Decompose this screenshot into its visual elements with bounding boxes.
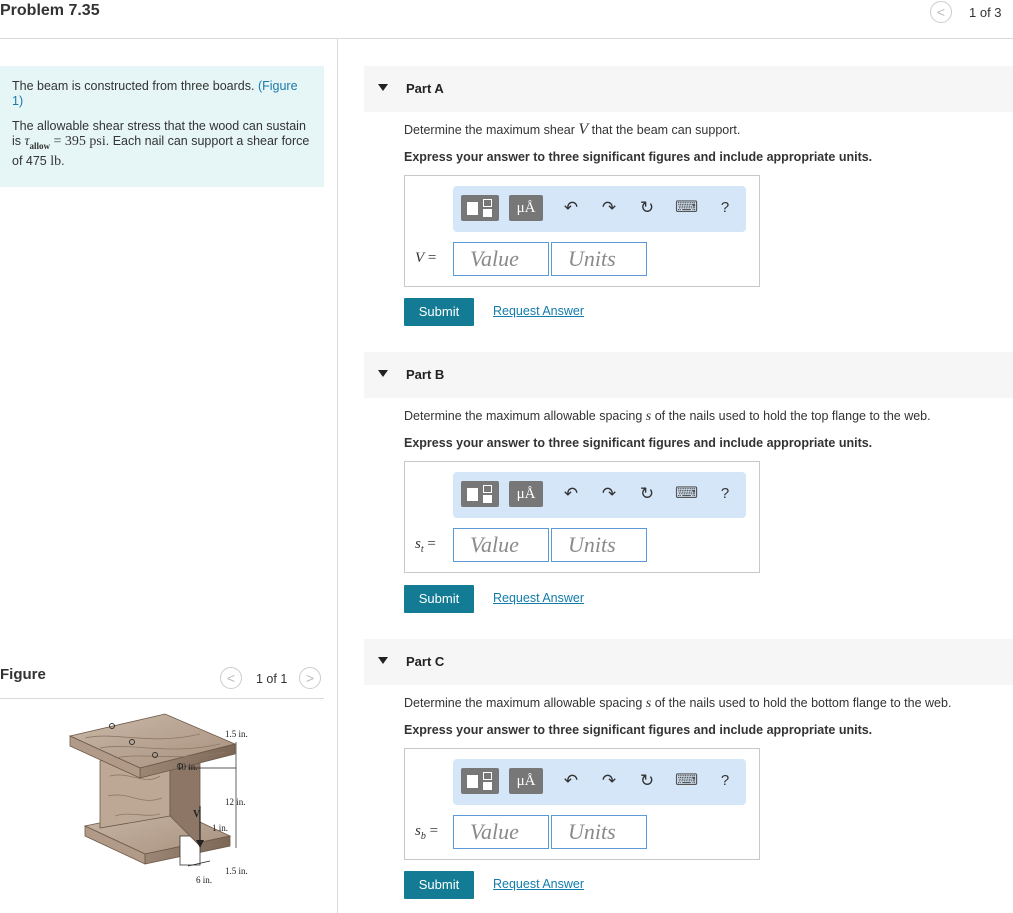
value-input[interactable]: Value bbox=[453, 242, 549, 276]
part-c-label: Part C bbox=[406, 654, 445, 669]
redo-icon[interactable]: ↷ bbox=[599, 481, 619, 507]
undo-icon[interactable]: ↶ bbox=[561, 195, 581, 221]
part-c-header[interactable]: Part C bbox=[364, 639, 1013, 685]
part-c-instruction: Express your answer to three significant… bbox=[404, 723, 873, 737]
top-flange bbox=[68, 713, 237, 779]
parts-column: Part A Determine the maximum shear V tha… bbox=[338, 39, 1013, 913]
help-icon[interactable]: ? bbox=[717, 768, 733, 794]
dim-top-width: 10 in. bbox=[177, 762, 198, 772]
beam-figure: V 1.5 in. 10 in. 12 in. 1 in. 1.5 in. 6 … bbox=[68, 713, 248, 885]
prev-problem-button[interactable]: < bbox=[930, 1, 952, 23]
problem-header: Problem 7.35 < 1 of 3 bbox=[0, 0, 1013, 39]
math-toolbar: μÅ ↶ ↷ ↻ ⌨ ? bbox=[453, 186, 746, 232]
units-symbol-button[interactable]: μÅ bbox=[509, 195, 543, 221]
dim-top-thickness: 1.5 in. bbox=[225, 729, 248, 739]
templates-icon[interactable] bbox=[461, 481, 499, 507]
reset-icon[interactable]: ↻ bbox=[637, 768, 657, 794]
dim-bottom-thickness: 1.5 in. bbox=[225, 866, 248, 876]
figure-title: Figure bbox=[0, 666, 46, 683]
part-a-label: Part A bbox=[406, 81, 444, 96]
reset-icon[interactable]: ↻ bbox=[637, 195, 657, 221]
units-input[interactable]: Units bbox=[551, 815, 647, 849]
help-icon[interactable]: ? bbox=[717, 481, 733, 507]
part-a-request-answer-link[interactable]: Request Answer bbox=[493, 304, 584, 318]
shear-label: V bbox=[193, 809, 201, 820]
math-toolbar: μÅ ↶ ↷ ↻ ⌨ ? bbox=[453, 759, 746, 805]
dim-bottom-width: 6 in. bbox=[196, 875, 212, 885]
part-b-request-answer-link[interactable]: Request Answer bbox=[493, 591, 584, 605]
part-c-submit-button[interactable]: Submit bbox=[404, 871, 474, 899]
part-c-question: Determine the maximum allowable spacing … bbox=[404, 696, 952, 711]
problem-intro: The beam is constructed from three board… bbox=[0, 66, 324, 187]
undo-icon[interactable]: ↶ bbox=[561, 768, 581, 794]
templates-icon[interactable] bbox=[461, 195, 499, 221]
part-a-submit-button[interactable]: Submit bbox=[404, 298, 474, 326]
keyboard-icon[interactable]: ⌨ bbox=[675, 768, 698, 794]
collapse-triangle-icon[interactable] bbox=[378, 657, 388, 664]
part-b-label: Part B bbox=[406, 367, 445, 382]
redo-icon[interactable]: ↷ bbox=[599, 195, 619, 221]
collapse-triangle-icon[interactable] bbox=[378, 370, 388, 377]
keyboard-icon[interactable]: ⌨ bbox=[675, 481, 698, 507]
force-unit: lb bbox=[50, 153, 62, 169]
part-a-instruction: Express your answer to three significant… bbox=[404, 150, 873, 164]
part-c-request-answer-link[interactable]: Request Answer bbox=[493, 877, 584, 891]
part-b-submit-button[interactable]: Submit bbox=[404, 585, 474, 613]
problem-page-indicator: 1 of 3 bbox=[969, 5, 1002, 20]
units-symbol-button[interactable]: μÅ bbox=[509, 768, 543, 794]
keyboard-icon[interactable]: ⌨ bbox=[675, 195, 698, 221]
intro-text: The beam is constructed from three board… bbox=[12, 79, 258, 93]
redo-icon[interactable]: ↷ bbox=[599, 768, 619, 794]
part-b-instruction: Express your answer to three significant… bbox=[404, 436, 873, 450]
part-c-answer-box: μÅ ↶ ↷ ↻ ⌨ ? sb = Value Units bbox=[404, 748, 760, 860]
part-b-header[interactable]: Part B bbox=[364, 352, 1013, 398]
undo-icon[interactable]: ↶ bbox=[561, 481, 581, 507]
units-input[interactable]: Units bbox=[551, 242, 647, 276]
part-a-equation-label: V = bbox=[415, 250, 437, 266]
value-input[interactable]: Value bbox=[453, 815, 549, 849]
math-toolbar: μÅ ↶ ↷ ↻ ⌨ ? bbox=[453, 472, 746, 518]
part-b-question: Determine the maximum allowable spacing … bbox=[404, 409, 931, 424]
units-symbol-button[interactable]: μÅ bbox=[509, 481, 543, 507]
collapse-triangle-icon[interactable] bbox=[378, 84, 388, 91]
part-a-header[interactable]: Part A bbox=[364, 66, 1013, 112]
part-b-answer-box: μÅ ↶ ↷ ↻ ⌨ ? st = Value Units bbox=[404, 461, 760, 573]
dim-web-thickness: 1 in. bbox=[212, 823, 228, 833]
units-input[interactable]: Units bbox=[551, 528, 647, 562]
dim-web-height: 12 in. bbox=[225, 797, 246, 807]
tau-allow-expression: τallow = 395 psi bbox=[24, 134, 106, 151]
figure-next-button[interactable]: > bbox=[299, 667, 321, 689]
part-c-equation-label: sb = bbox=[415, 823, 439, 842]
part-a-question: Determine the maximum shear V that the b… bbox=[404, 121, 741, 138]
value-input[interactable]: Value bbox=[453, 528, 549, 562]
templates-icon[interactable] bbox=[461, 768, 499, 794]
part-a-answer-box: μÅ ↶ ↷ ↻ ⌨ ? V = Value Units bbox=[404, 175, 760, 287]
part-b-equation-label: st = bbox=[415, 536, 436, 555]
reset-icon[interactable]: ↻ bbox=[637, 481, 657, 507]
help-icon[interactable]: ? bbox=[717, 195, 733, 221]
problem-title: Problem 7.35 bbox=[0, 2, 100, 19]
